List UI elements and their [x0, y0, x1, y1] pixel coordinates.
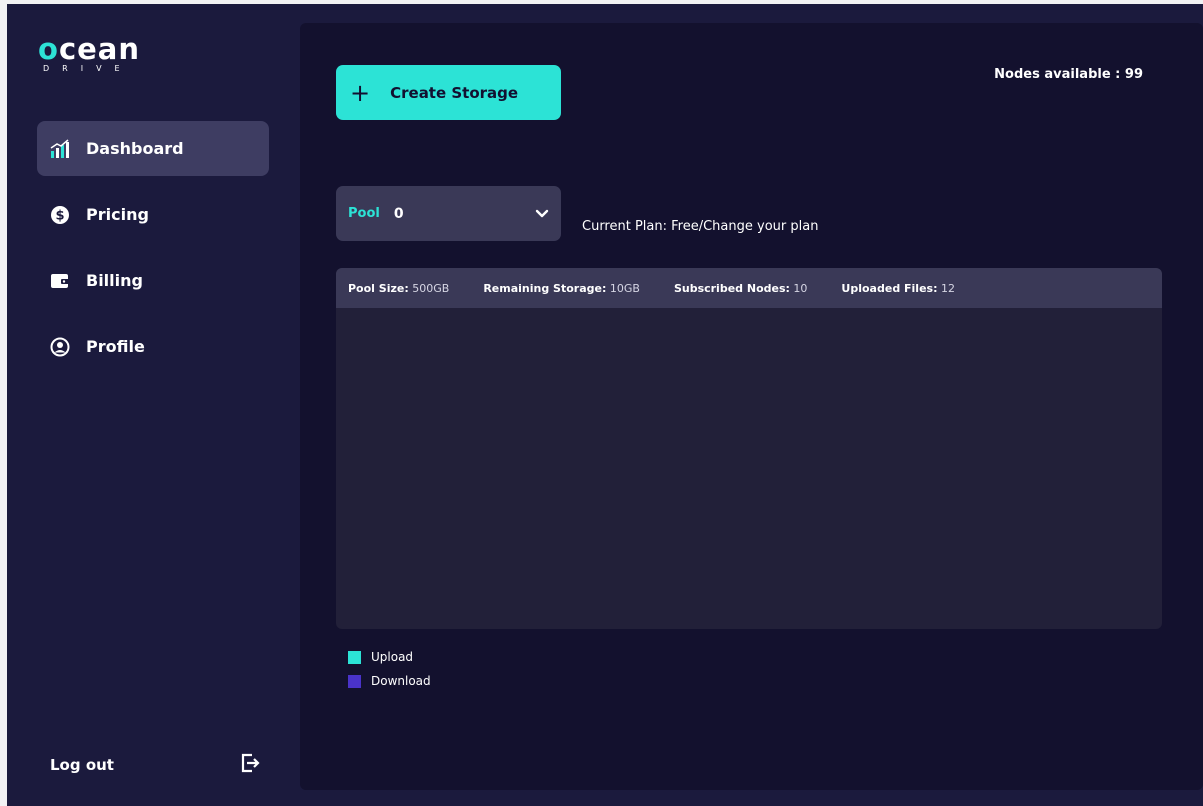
legend-swatch-download — [348, 674, 361, 688]
stat-label: Remaining Storage: — [483, 281, 607, 295]
stat-label: Pool Size: — [348, 281, 409, 295]
logo-letters: cean — [58, 32, 141, 66]
current-plan-link[interactable]: Current Plan: Free/Change your plan — [582, 219, 818, 234]
chart-area — [336, 308, 1162, 629]
brand-logo[interactable]: ocean DRIVE — [38, 34, 140, 73]
sidebar-item-profile[interactable]: Profile — [37, 319, 269, 374]
pool-select-label: Pool — [348, 206, 380, 221]
logout-row[interactable]: Log out — [50, 753, 260, 777]
sidebar-item-label: Pricing — [86, 205, 149, 224]
nodes-available: Nodes available : 99 — [994, 67, 1143, 82]
pool-select[interactable]: Pool 0 — [336, 186, 561, 241]
sidebar-item-label: Profile — [86, 337, 145, 356]
stat-remaining-storage: Remaining Storage: 10GB — [483, 282, 640, 295]
logout-label[interactable]: Log out — [50, 756, 114, 774]
sidebar-item-label: Dashboard — [86, 139, 184, 158]
logo-subtitle: DRIVE — [43, 64, 133, 73]
stat-label: Subscribed Nodes: — [673, 281, 790, 295]
sidebar-item-label: Billing — [86, 271, 143, 290]
sidebar-item-pricing[interactable]: $ Pricing — [37, 187, 269, 242]
stat-value: 500GB — [412, 281, 450, 295]
logout-icon[interactable] — [240, 753, 260, 777]
sidebar-nav: Dashboard $ Pricing Billing Profile — [37, 121, 269, 385]
logo-letter-o: o — [38, 32, 59, 66]
stat-value: 10 — [793, 281, 808, 295]
logo-wordmark: ocean — [38, 34, 140, 64]
main-content: + Create Storage Nodes available : 99 Po… — [300, 23, 1203, 790]
dollar-icon: $ — [50, 205, 70, 225]
legend-swatch-upload — [348, 650, 361, 664]
chart-icon — [50, 138, 70, 159]
sidebar-item-billing[interactable]: Billing — [37, 253, 269, 308]
user-icon — [50, 337, 70, 357]
legend-item-download: Download — [348, 674, 431, 688]
stat-subscribed-nodes: Subscribed Nodes: 10 — [674, 282, 807, 295]
wallet-icon — [50, 271, 70, 291]
legend-label: Download — [371, 674, 431, 688]
legend-item-upload: Upload — [348, 650, 431, 664]
chevron-down-icon — [533, 205, 551, 223]
stat-pool-size: Pool Size: 500GB — [348, 282, 449, 295]
legend-label: Upload — [371, 650, 414, 664]
sidebar: ocean DRIVE Dashboard $ Pricing Billing … — [7, 4, 297, 806]
stat-value: 12 — [940, 281, 955, 295]
create-storage-label: Create Storage — [390, 83, 519, 102]
chart-legend: Upload Download — [348, 650, 431, 698]
stat-label: Uploaded Files: — [841, 281, 938, 295]
sidebar-item-dashboard[interactable]: Dashboard — [37, 121, 269, 176]
pool-stats-header: Pool Size: 500GB Remaining Storage: 10GB… — [336, 268, 1162, 308]
svg-text:$: $ — [55, 208, 64, 223]
create-storage-button[interactable]: + Create Storage — [336, 65, 561, 120]
app-window: ocean DRIVE Dashboard $ Pricing Billing … — [7, 4, 1203, 806]
stat-value: 10GB — [609, 281, 640, 295]
stat-uploaded-files: Uploaded Files: 12 — [841, 282, 955, 295]
plus-icon: + — [350, 78, 371, 107]
pool-select-value: 0 — [393, 205, 404, 222]
pool-stats-panel: Pool Size: 500GB Remaining Storage: 10GB… — [336, 268, 1162, 629]
